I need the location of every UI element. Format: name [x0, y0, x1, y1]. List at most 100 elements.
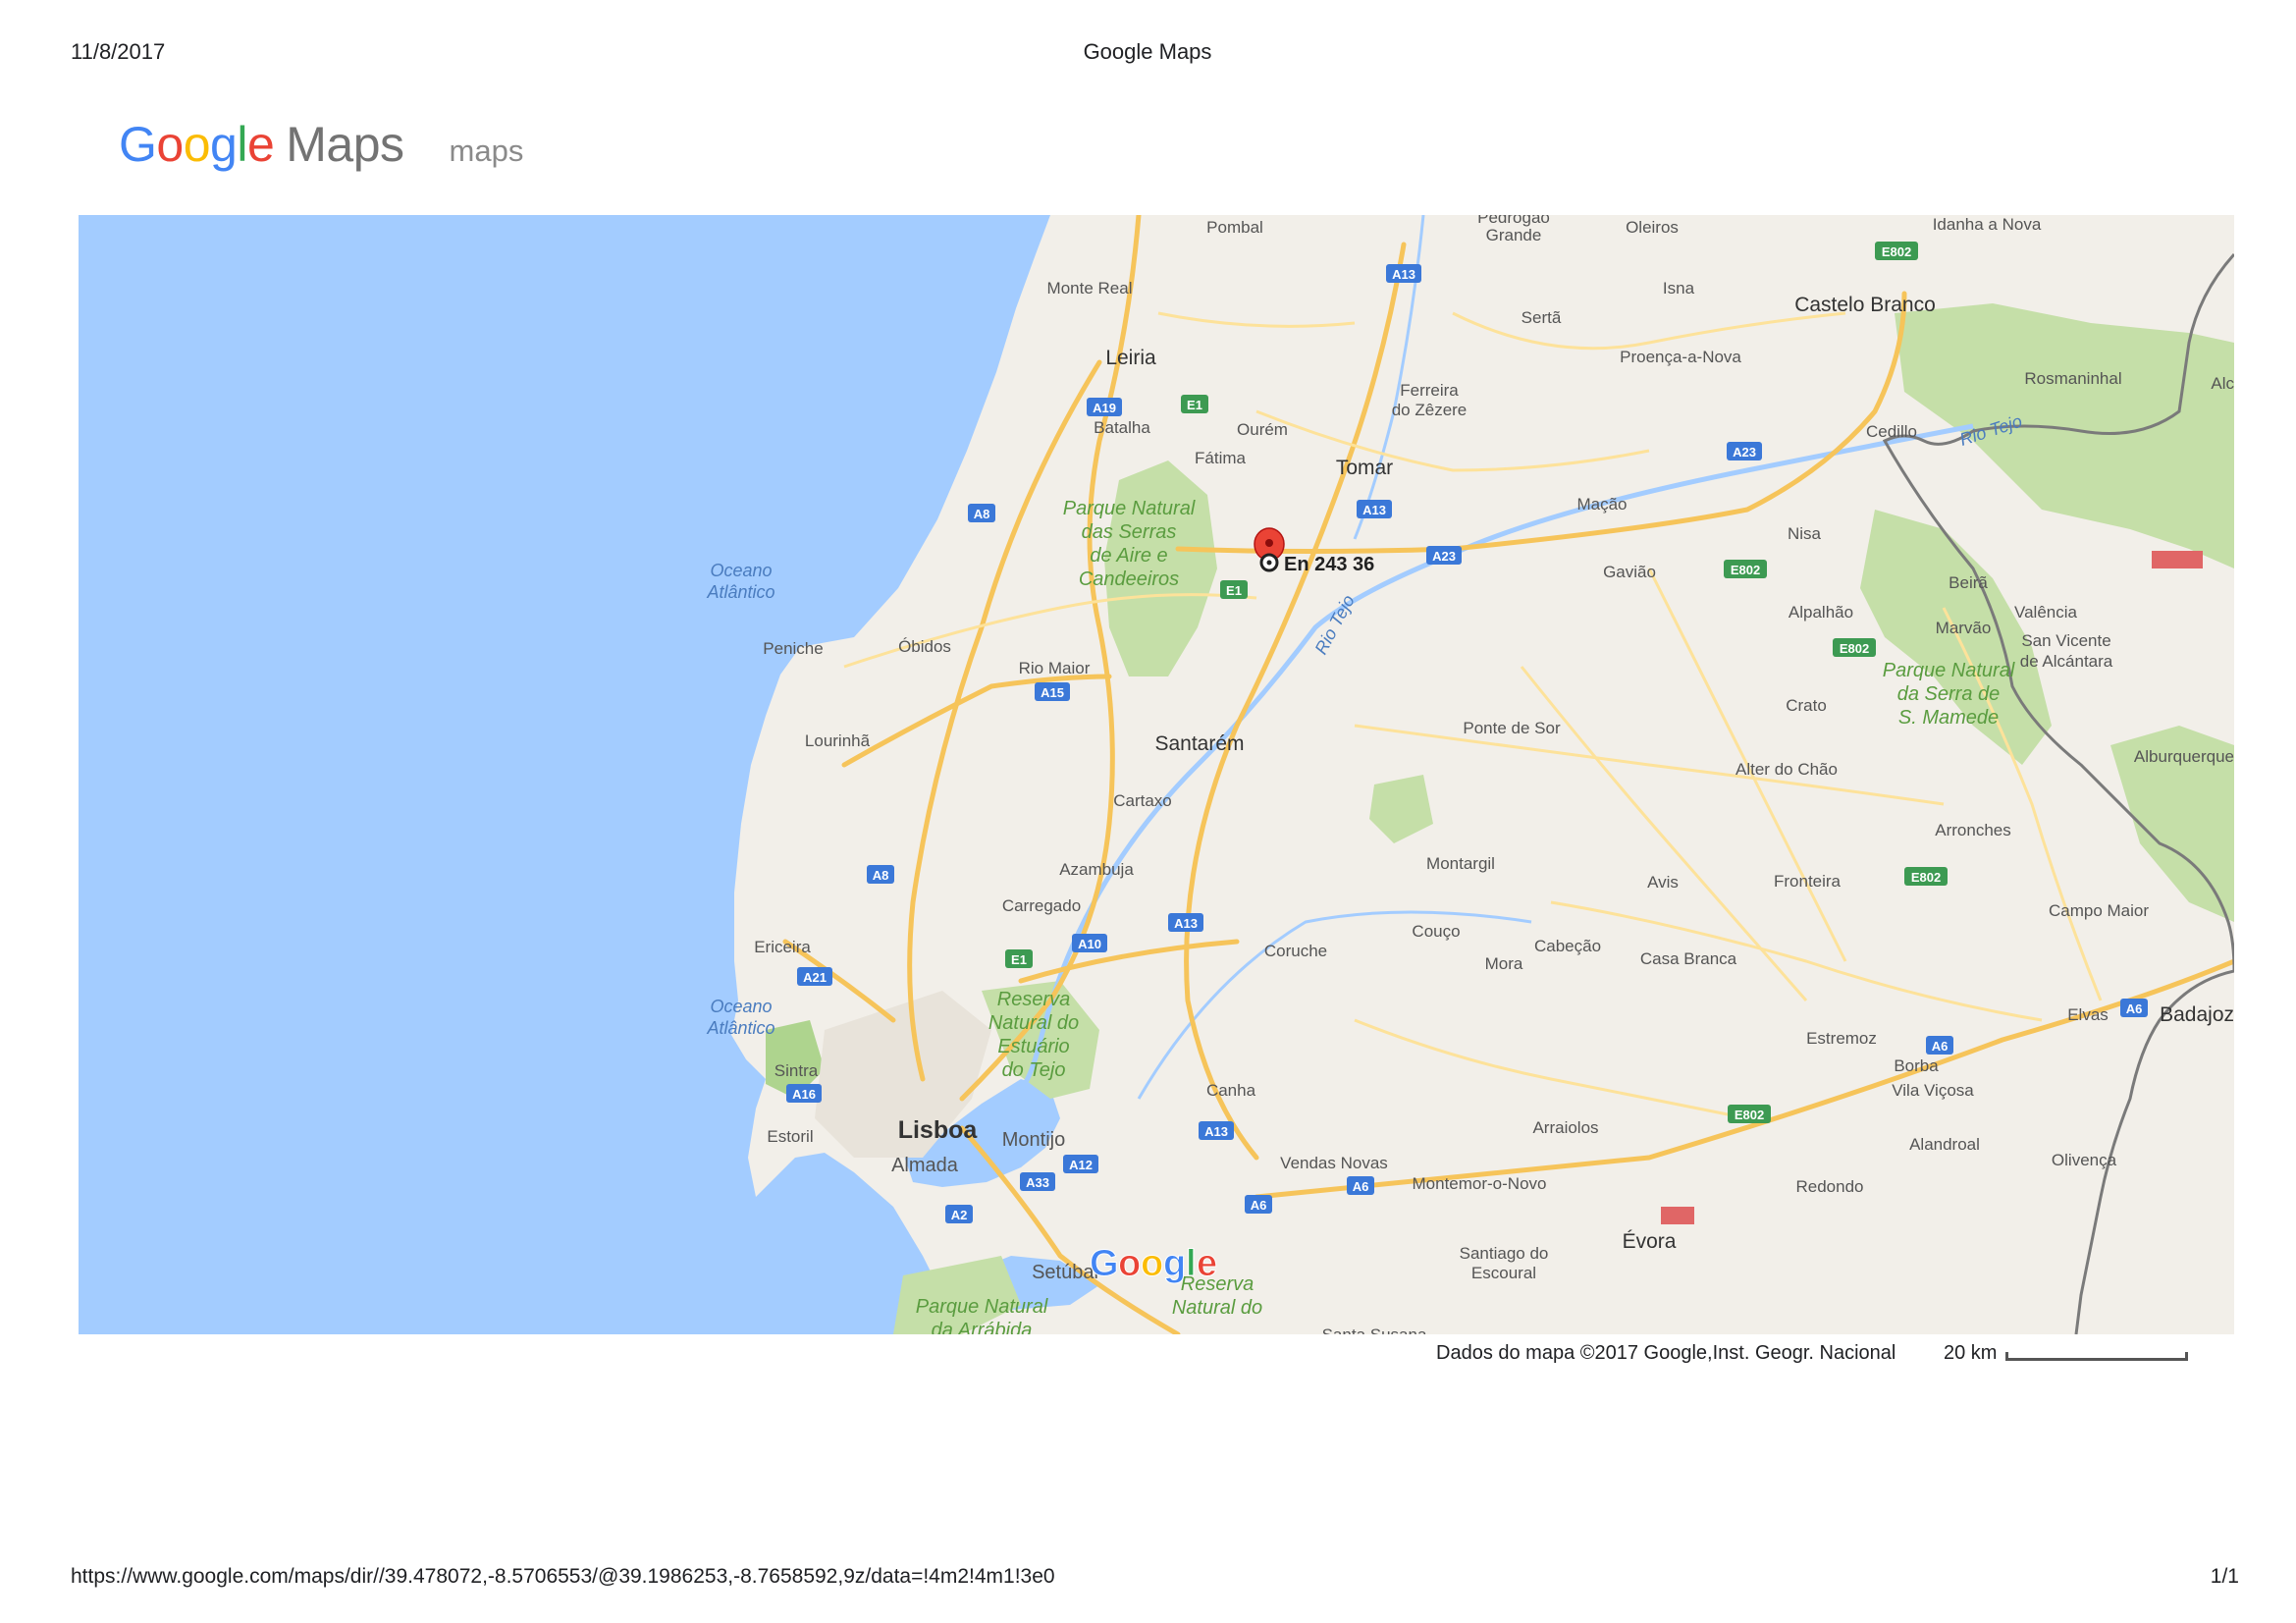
map-canvas[interactable]: Oceano Atlântico Oceano Atlântico Rio Tejo…: [79, 215, 2234, 1334]
road-shield: A8: [968, 504, 995, 522]
place-label: Elvas: [2067, 1005, 2109, 1024]
shield-label: A33: [1026, 1175, 1049, 1190]
scale-label: 20 km: [1944, 1342, 1998, 1364]
label-line: Natural do: [988, 1012, 1079, 1034]
shield-label: A13: [1362, 503, 1386, 517]
road-shield: A21: [797, 967, 832, 986]
place-label: Cedillo: [1866, 422, 1917, 441]
park-label: Parque Natural da Arrábida: [916, 1296, 1048, 1334]
label-line: Escoural: [1471, 1264, 1536, 1282]
road-shield: E802: [1724, 560, 1767, 578]
place-label: Lourinhã: [805, 731, 871, 750]
road-shield: A13: [1386, 264, 1421, 283]
watermark-letter: g: [1163, 1243, 1186, 1284]
place-label: Montijo: [1002, 1129, 1065, 1151]
logo-letter: e: [246, 117, 275, 172]
place-label: Crato: [1786, 696, 1827, 715]
shield-label: A19: [1093, 401, 1116, 415]
road-shield: A6: [1245, 1195, 1272, 1214]
marker-label: En 243 36: [1284, 554, 1374, 575]
place-label: Santa Susana: [1322, 1325, 1427, 1334]
label-line: Parque Natural: [1883, 660, 2015, 681]
place-label: Avis: [1647, 873, 1679, 892]
place-label: Fátima: [1195, 449, 1247, 467]
place-label: Borba: [1894, 1056, 1939, 1075]
place-label: Batalha: [1094, 418, 1150, 437]
place-label: Olivença: [2052, 1151, 2117, 1169]
shield-label: E1: [1187, 398, 1202, 412]
label-line: do Zêzere: [1392, 401, 1468, 419]
place-label-leiria: Leiria: [1105, 347, 1156, 369]
map-pin-dot: [1265, 539, 1273, 547]
place-label: Rio Maior: [1019, 659, 1091, 677]
place-label: Rosmaninhal: [2024, 369, 2121, 388]
place-label: Alc: [2211, 374, 2234, 393]
road-shield: A6: [1926, 1036, 1953, 1055]
shield-label: A23: [1432, 549, 1456, 564]
place-label: Casa Branca: [1640, 949, 1737, 968]
watermark-letter: l: [1186, 1243, 1197, 1284]
map-attribution: Dados do mapa ©2017 Google,Inst. Geogr. …: [1436, 1342, 1896, 1364]
place-label: Peniche: [763, 639, 823, 658]
road-shield: A15: [1035, 682, 1070, 701]
place-label: Alter do Chão: [1735, 760, 1838, 779]
place-label-tomar: Tomar: [1336, 457, 1393, 479]
road-shield: A13: [1357, 500, 1392, 518]
label-line: San Vicente: [2021, 631, 2110, 650]
logo-maps-word: Maps: [286, 117, 404, 172]
shield-label: E802: [1840, 641, 1869, 656]
place-label: Valência: [2014, 603, 2077, 622]
place-label: Montemor-o-Novo: [1413, 1174, 1547, 1193]
road-shield: A12: [1063, 1155, 1098, 1173]
shield-label: A21: [803, 970, 827, 985]
road-shield: E1: [1220, 580, 1248, 599]
scale-bar: [2005, 1352, 2188, 1361]
label-line: Parque Natural: [916, 1296, 1048, 1318]
place-label: Mora: [1485, 954, 1523, 973]
place-label: Nisa: [1788, 524, 1822, 543]
print-url: https://www.google.com/maps/dir//39.4780…: [71, 1565, 1055, 1588]
place-label-lisboa: Lisboa: [898, 1116, 979, 1144]
watermark-letter: o: [1118, 1243, 1141, 1284]
label-line: Oceano: [710, 997, 772, 1016]
road-shield: E802: [1833, 638, 1876, 657]
place-label: Estoril: [767, 1127, 813, 1146]
place-label: Marvão: [1936, 619, 1992, 637]
label-line: Atlântico: [706, 582, 774, 602]
shield-label: A2: [951, 1208, 968, 1222]
search-query-text: maps: [449, 134, 524, 168]
label-line: Atlântico: [706, 1018, 774, 1038]
road-shield: A16: [786, 1084, 822, 1103]
place-label: Campo Maior: [2049, 901, 2149, 920]
place-label: Alpalhão: [1789, 603, 1853, 622]
shield-label: A6: [2126, 1001, 2143, 1016]
label-line: Reserva: [997, 989, 1070, 1010]
road-shield: A6: [2120, 999, 2148, 1017]
label-line: da Serra de: [1897, 683, 2001, 705]
label-line: de Aire e: [1090, 545, 1167, 567]
road-shield: A19: [1087, 398, 1122, 416]
shield-label: A15: [1041, 685, 1064, 700]
place-label: Arraiolos: [1532, 1118, 1598, 1137]
road-shield: A13: [1199, 1121, 1234, 1140]
shield-label: A6: [1251, 1198, 1267, 1213]
shield-label: A6: [1932, 1039, 1949, 1054]
road-shield: A33: [1020, 1172, 1055, 1191]
place-label: Ferreira do Zêzere: [1392, 381, 1468, 419]
shield-label: A8: [873, 868, 889, 883]
road-shield: A8: [867, 865, 894, 884]
location-target-dot: [1266, 560, 1272, 566]
google-maps-logo[interactable]: Google Maps maps: [119, 116, 523, 173]
place-label: Estremoz: [1806, 1029, 1877, 1048]
shield-label: E802: [1882, 244, 1911, 259]
logo-wordmark: Google Maps: [119, 116, 404, 173]
place-label: Montargil: [1426, 854, 1495, 873]
label-line: da Arrábida: [932, 1320, 1033, 1334]
road-shield: E1: [1005, 949, 1033, 968]
label-line: Ferreira: [1400, 381, 1459, 400]
road-shield: A6: [1347, 1176, 1374, 1195]
place-label-castelo-branco: Castelo Branco: [1794, 294, 1936, 316]
label-line: do Tejo: [1002, 1059, 1066, 1081]
place-label: Vila Viçosa: [1892, 1081, 1974, 1100]
label-line: Oceano: [710, 561, 772, 580]
